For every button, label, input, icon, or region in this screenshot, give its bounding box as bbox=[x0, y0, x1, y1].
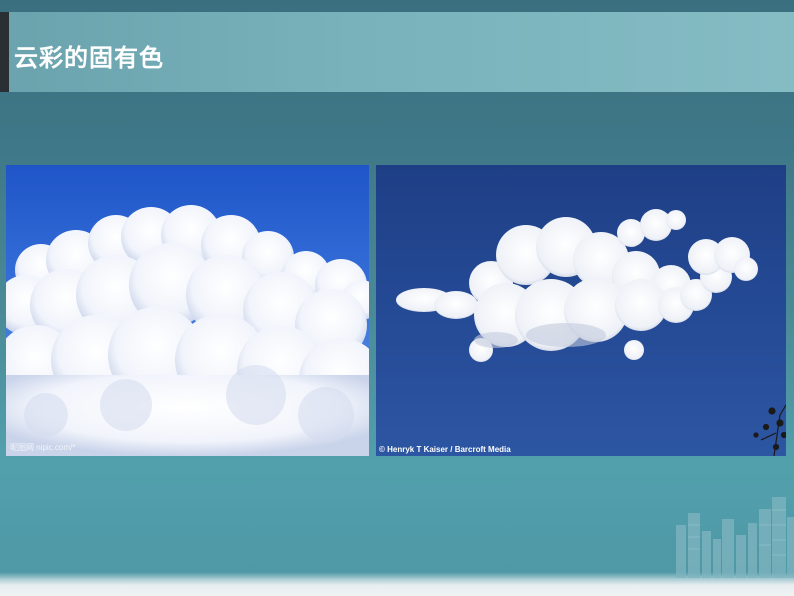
cumulus-cloud-photo: 昵图网 nipic.com/* bbox=[6, 165, 369, 456]
city-skyline-decoration bbox=[676, 497, 794, 578]
title-accent-bar bbox=[0, 12, 9, 92]
whale-cloud-image bbox=[376, 165, 786, 456]
cumulus-cloud-image bbox=[6, 165, 369, 456]
whale-cloud-photo: © Henryk T Kaiser / Barcroft Media bbox=[376, 165, 786, 456]
photo-credit: © Henryk T Kaiser / Barcroft Media bbox=[379, 445, 511, 454]
slide-title: 云彩的固有色 bbox=[14, 44, 164, 72]
slide: 云彩的固有色 昵图网 nipic.com/* © Henryk T Kaiser… bbox=[0, 0, 794, 596]
photo-watermark: 昵图网 nipic.com/* bbox=[10, 443, 76, 452]
bottom-strip bbox=[0, 578, 794, 596]
